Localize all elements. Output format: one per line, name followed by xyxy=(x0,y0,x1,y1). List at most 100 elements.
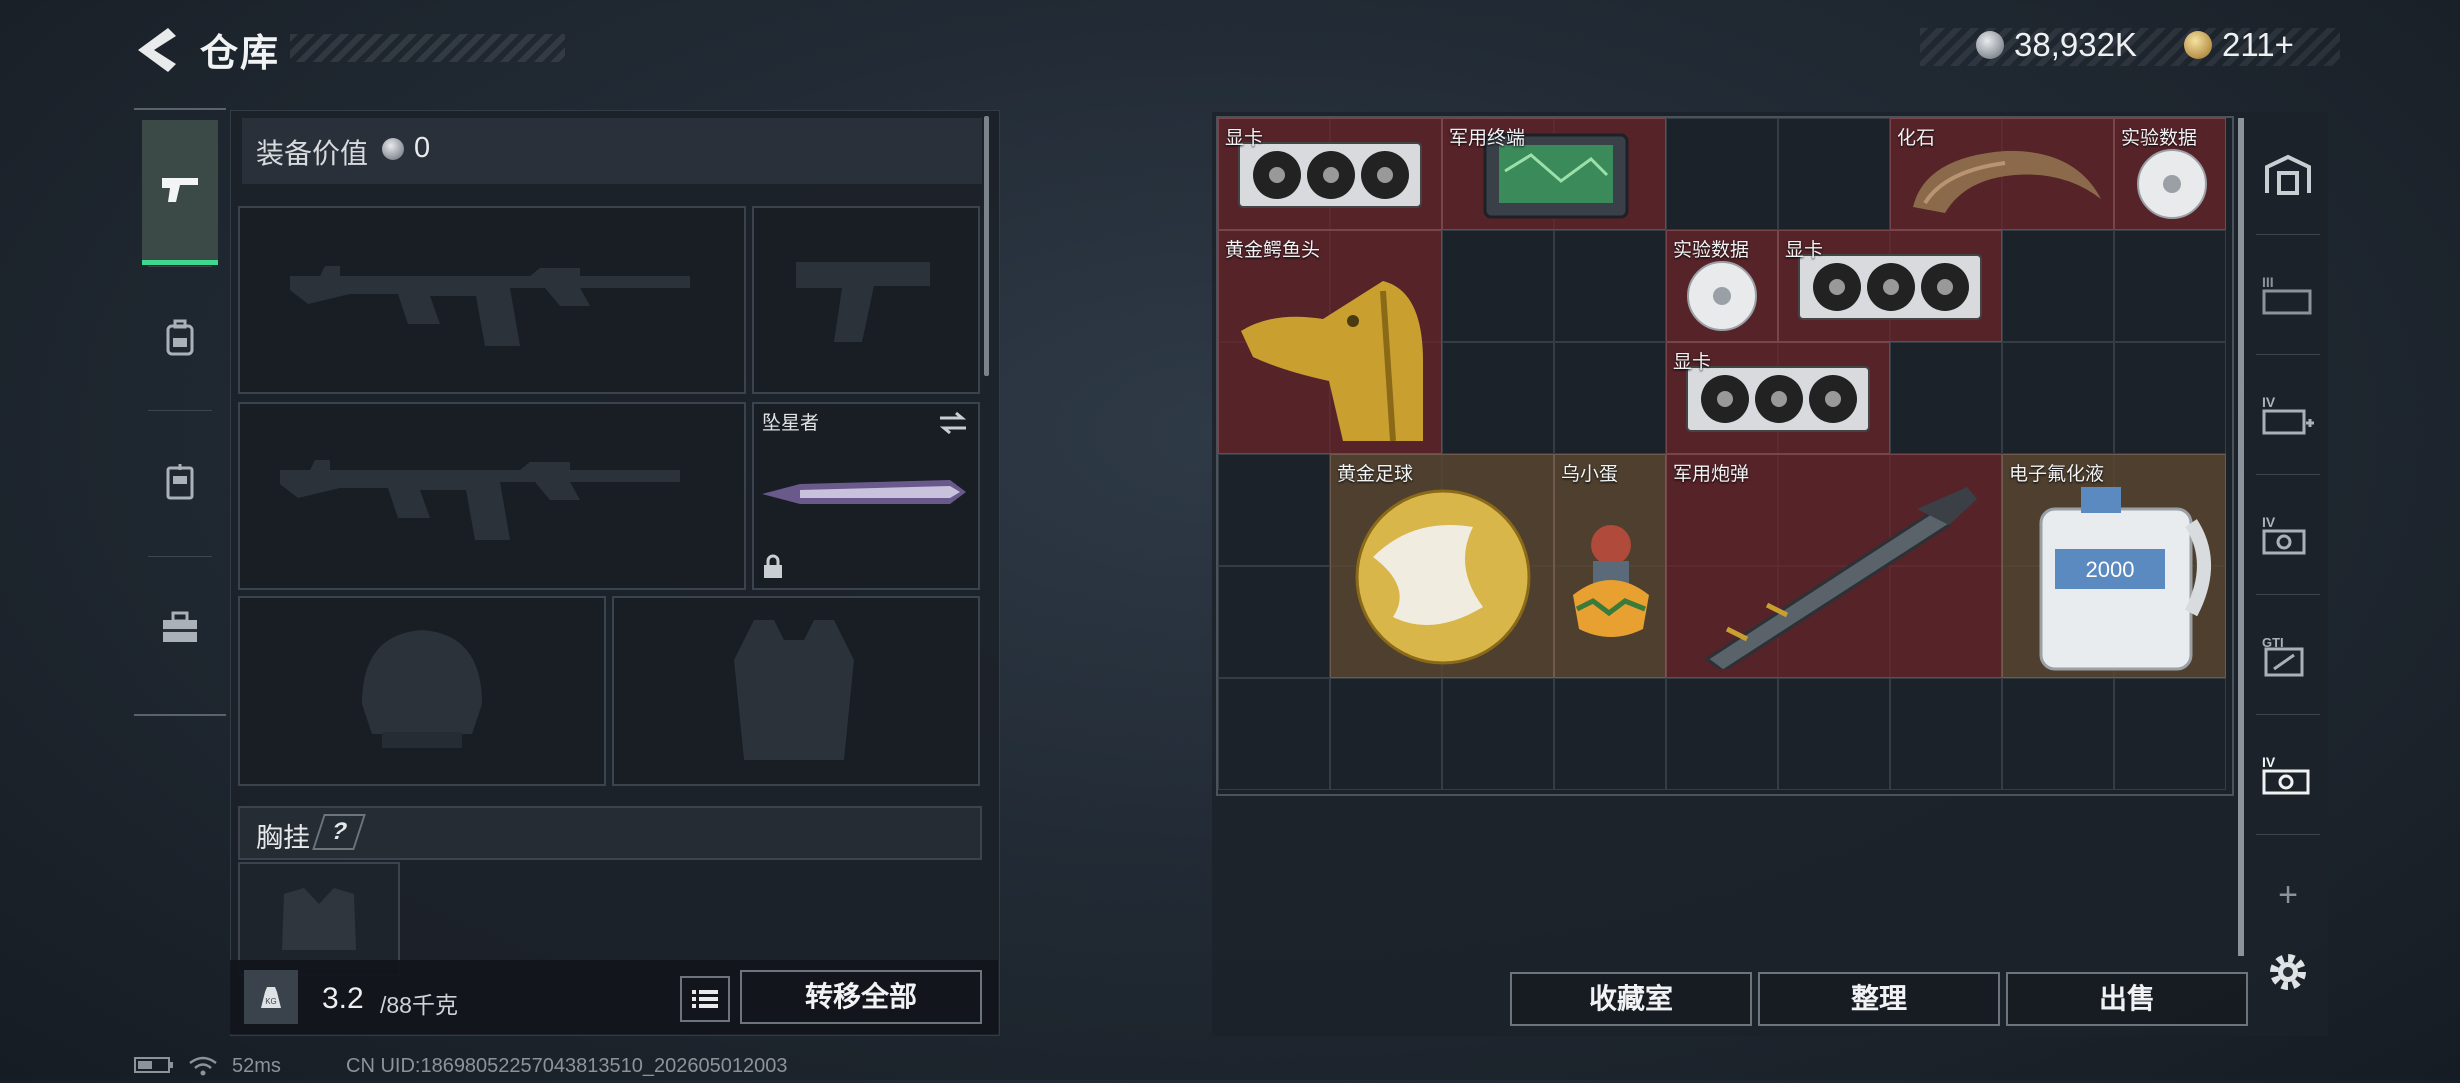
tab-backpack[interactable] xyxy=(142,268,218,408)
golden-crocodile-head-icon xyxy=(1241,281,1423,442)
melee-slot[interactable]: 坠星者 xyxy=(752,402,980,590)
add-storage-button[interactable]: + xyxy=(2246,836,2330,954)
back-button[interactable] xyxy=(130,22,180,78)
tab-storage-3[interactable]: III xyxy=(2246,236,2330,354)
backpack-icon xyxy=(166,319,194,356)
grid-cell[interactable] xyxy=(1218,566,1330,678)
warehouse-icon xyxy=(2265,154,2311,195)
grid-cell[interactable] xyxy=(2002,230,2114,342)
tab-storage-home[interactable] xyxy=(2246,116,2330,234)
weight-icon: KG xyxy=(244,970,298,1024)
grid-cell[interactable] xyxy=(1554,342,1666,454)
tab-storage-4a[interactable]: IV xyxy=(2246,356,2330,474)
svg-text:2000: 2000 xyxy=(2086,557,2135,582)
weight-max: /88千克 xyxy=(380,992,458,1018)
item-label: 黄金足球 xyxy=(1337,464,1414,485)
item-label: 乌小蛋 xyxy=(1561,464,1619,485)
sort-button[interactable]: 整理 xyxy=(1758,972,2000,1026)
grid-cell[interactable] xyxy=(1442,678,1554,790)
storage-grid: 显卡 军用终端 化石 实验数据 黄金鳄鱼头 实验数据 显卡 显卡 黄金足球 乌小… xyxy=(1216,116,2234,796)
collection-room-button[interactable]: 收藏室 xyxy=(1510,972,1752,1026)
item-golden-crocodile-head[interactable]: 黄金鳄鱼头 xyxy=(1218,230,1442,454)
secondary-weapon-slot[interactable] xyxy=(238,402,746,590)
grid-cell[interactable] xyxy=(1778,678,1890,790)
grid-cell[interactable] xyxy=(1218,454,1330,566)
storage-case-icon: IV xyxy=(2262,394,2314,435)
item-label: 显卡 xyxy=(1225,128,1264,149)
silver-currency[interactable]: 38,932K xyxy=(1976,26,2137,64)
disc-icon xyxy=(2137,149,2207,219)
sidearm-slot[interactable] xyxy=(752,206,980,394)
sell-button[interactable]: 出售 xyxy=(2006,972,2248,1026)
grid-cell[interactable] xyxy=(1666,678,1778,790)
gold-currency[interactable]: 211+ xyxy=(2184,26,2294,64)
settings-button[interactable] xyxy=(2266,950,2310,994)
tab-toolbox[interactable] xyxy=(142,558,218,698)
silver-amount: 38,932K xyxy=(2014,26,2137,63)
item-graphics-card-1[interactable]: 显卡 xyxy=(1218,118,1442,230)
grid-cell[interactable] xyxy=(2114,342,2226,454)
vest-icon xyxy=(166,464,194,500)
chest-rig-slot[interactable] xyxy=(238,862,400,976)
equip-value-label: 装备价值 xyxy=(256,138,369,169)
item-military-shell[interactable]: 军用炮弹 xyxy=(1666,454,2002,678)
item-label: 显卡 xyxy=(1673,352,1712,373)
grid-cell[interactable] xyxy=(2002,342,2114,454)
storage-tab-column: III IV IV GTI IV + xyxy=(2246,116,2330,946)
pistol-icon xyxy=(162,178,198,202)
battery-icon xyxy=(134,1055,174,1081)
primary-weapon-slot[interactable] xyxy=(238,206,746,394)
star-blade-icon xyxy=(762,480,966,504)
item-lab-data-2[interactable]: 实验数据 xyxy=(1666,230,1778,342)
helmet-slot[interactable] xyxy=(238,596,606,786)
grid-cell[interactable] xyxy=(1554,230,1666,342)
grid-cell[interactable] xyxy=(2002,678,2114,790)
lock-icon xyxy=(764,554,782,578)
list-view-button[interactable] xyxy=(680,976,730,1022)
graphics-card-icon-3 xyxy=(1686,366,1870,432)
fluoride-jug-icon: 2000 xyxy=(2039,487,2211,671)
grid-cell[interactable] xyxy=(1218,678,1330,790)
grid-cell[interactable] xyxy=(1890,342,2002,454)
storage-scrollbar[interactable] xyxy=(2238,118,2244,956)
grid-cell[interactable] xyxy=(1442,342,1554,454)
svg-text:IV: IV xyxy=(2262,394,2276,410)
item-golden-football[interactable]: 黄金足球 xyxy=(1330,454,1554,678)
tab-weapons[interactable] xyxy=(142,120,218,265)
disc-icon-2 xyxy=(1687,261,1757,331)
tab-storage-4c[interactable]: IV xyxy=(2246,716,2330,834)
gear-icon xyxy=(2270,954,2306,990)
item-label: 实验数据 xyxy=(2121,128,2198,149)
grid-cell[interactable] xyxy=(1554,678,1666,790)
tab-vest[interactable] xyxy=(142,412,218,552)
item-fossil[interactable]: 化石 xyxy=(1890,118,2114,230)
loadout-tab-column xyxy=(134,108,226,716)
swap-icon[interactable] xyxy=(936,410,970,436)
item-wu-xiao-dan[interactable]: 乌小蛋 xyxy=(1554,454,1666,678)
grid-cell[interactable] xyxy=(2114,230,2226,342)
transfer-all-button[interactable]: 转移全部 xyxy=(740,970,982,1024)
missile-icon xyxy=(1704,487,1977,669)
chest-rig-help-text: ? xyxy=(327,818,351,845)
item-electronic-fluoride[interactable]: 电子氟化液 2000 xyxy=(2002,454,2226,678)
tab-storage-gti[interactable]: GTI xyxy=(2246,596,2330,714)
loadout-scrollbar[interactable] xyxy=(984,116,989,376)
back-arrow-icon xyxy=(138,28,176,72)
grid-cell[interactable] xyxy=(1442,230,1554,342)
graphics-card-icon xyxy=(1238,142,1422,208)
item-lab-data-1[interactable]: 实验数据 xyxy=(2114,118,2226,230)
melee-name: 坠星者 xyxy=(762,413,820,434)
item-graphics-card-2[interactable]: 显卡 xyxy=(1778,230,2002,342)
ping-text: 52ms xyxy=(232,1055,281,1077)
grid-cell[interactable] xyxy=(1330,678,1442,790)
item-military-terminal[interactable]: 军用终端 xyxy=(1442,118,1666,230)
grid-cell[interactable] xyxy=(1778,118,1890,230)
gold-amount: 211+ xyxy=(2222,26,2294,63)
tab-storage-4b[interactable]: IV xyxy=(2246,476,2330,594)
grid-cell[interactable] xyxy=(2114,678,2226,790)
grid-cell[interactable] xyxy=(1890,678,2002,790)
armor-slot[interactable] xyxy=(612,596,980,786)
uid-text: CN UID:18698052257043813510_202605012003 xyxy=(346,1055,788,1077)
item-graphics-card-3[interactable]: 显卡 xyxy=(1666,342,1890,454)
grid-cell[interactable] xyxy=(1666,118,1778,230)
